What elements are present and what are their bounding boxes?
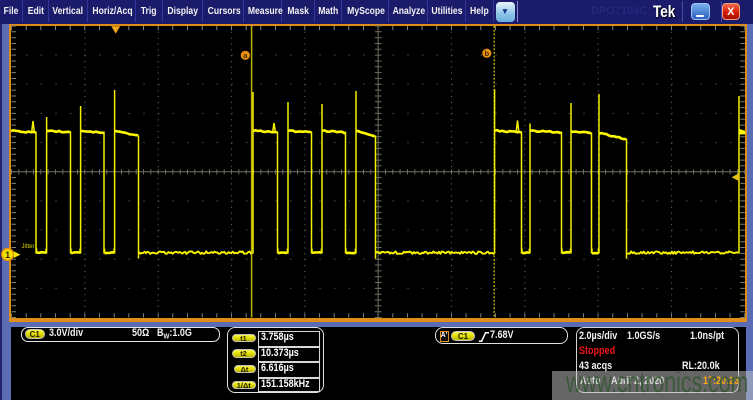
- svg-text:1: 1: [5, 250, 11, 261]
- svg-text:Jitter: Jitter: [22, 244, 35, 250]
- svg-text:b: b: [485, 49, 490, 58]
